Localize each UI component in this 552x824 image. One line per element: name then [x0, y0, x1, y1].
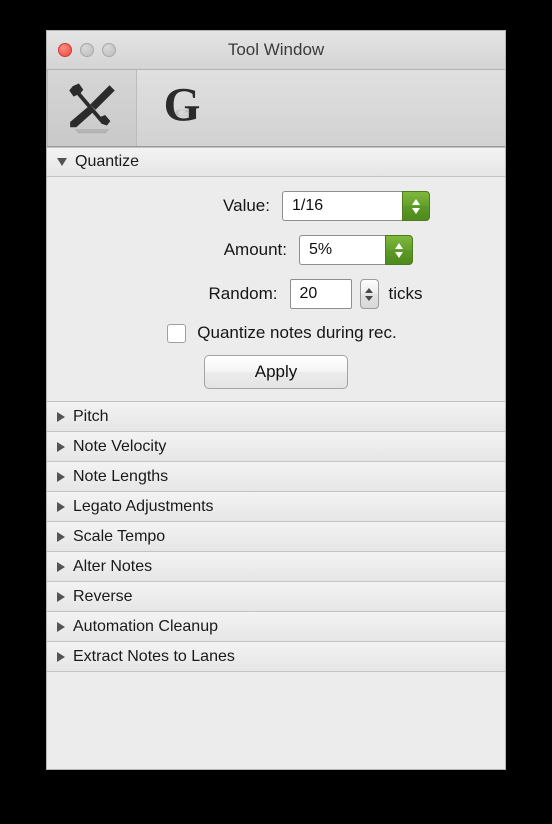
- apply-button[interactable]: Apply: [204, 355, 348, 389]
- chevron-right-icon: [57, 441, 65, 452]
- section-header-extract-notes-to-lanes[interactable]: Extract Notes to Lanes: [47, 642, 505, 672]
- chevron-right-icon: [57, 561, 65, 572]
- tab-tools[interactable]: [47, 70, 137, 146]
- section-header-note-velocity[interactable]: Note Velocity: [47, 432, 505, 462]
- quantize-during-rec-label: Quantize notes during rec.: [197, 323, 397, 342]
- section-title-legato-adjustments: Legato Adjustments: [73, 497, 214, 515]
- section-header-quantize[interactable]: Quantize: [47, 147, 505, 177]
- chevron-right-icon: [57, 531, 65, 542]
- quantize-random-stepper[interactable]: [359, 279, 379, 309]
- section-title-alter-notes: Alter Notes: [73, 557, 153, 575]
- tools-crossed-icon: [69, 83, 115, 134]
- quantize-value-input[interactable]: 1/16: [282, 191, 402, 221]
- quantize-value-stepper[interactable]: [402, 191, 430, 221]
- quantize-random-label: Random:: [208, 284, 278, 303]
- stepper-up-icon[interactable]: [412, 198, 420, 205]
- quantize-apply-row: Apply: [47, 355, 505, 389]
- quantize-during-rec-row[interactable]: Quantize notes during rec.: [47, 323, 505, 343]
- quantize-value-label: Value:: [223, 196, 270, 215]
- section-header-automation-cleanup[interactable]: Automation Cleanup: [47, 612, 505, 642]
- chevron-right-icon: [57, 501, 65, 512]
- section-title-note-lengths: Note Lengths: [73, 467, 169, 485]
- stepper-up-icon[interactable]: [365, 287, 373, 293]
- quantize-random-input[interactable]: 20: [289, 279, 352, 309]
- quantize-random-row: Random: 20 ticks: [47, 279, 505, 309]
- section-header-scale-tempo[interactable]: Scale Tempo: [47, 522, 505, 552]
- svg-text:G: G: [164, 80, 201, 131]
- letter-g-icon: G G: [164, 80, 201, 131]
- section-header-pitch[interactable]: Pitch: [47, 402, 505, 432]
- tab-glue[interactable]: G G: [137, 70, 227, 146]
- section-header-reverse[interactable]: Reverse: [47, 582, 505, 612]
- chevron-right-icon: [57, 471, 65, 482]
- stepper-up-icon[interactable]: [395, 242, 403, 249]
- section-title-note-velocity: Note Velocity: [73, 437, 167, 455]
- section-title-extract-notes-to-lanes: Extract Notes to Lanes: [73, 647, 235, 665]
- empty-area: [47, 672, 505, 769]
- stepper-down-icon[interactable]: [365, 295, 373, 301]
- sections-list: Quantize Value: 1/16 Amount: 5% Random: …: [47, 147, 505, 769]
- quantize-during-rec-checkbox[interactable]: [167, 323, 187, 343]
- section-title-pitch: Pitch: [73, 407, 109, 425]
- section-title-reverse: Reverse: [73, 587, 133, 605]
- section-title-automation-cleanup: Automation Cleanup: [73, 617, 218, 635]
- chevron-down-icon: [57, 158, 67, 166]
- quantize-value-combo[interactable]: 1/16: [282, 191, 430, 221]
- quantize-random-unit: ticks: [388, 284, 423, 303]
- chevron-right-icon: [57, 651, 65, 662]
- tool-window: Tool Window G G Quantize Value: 1/16 Amo…: [46, 30, 506, 770]
- stepper-down-icon[interactable]: [395, 251, 403, 258]
- quantize-amount-label: Amount:: [223, 240, 287, 259]
- section-header-legato-adjustments[interactable]: Legato Adjustments: [47, 492, 505, 522]
- window-title: Tool Window: [227, 40, 325, 59]
- quantize-amount-row: Amount: 5%: [47, 235, 505, 265]
- chevron-right-icon: [57, 411, 65, 422]
- quantize-value-row: Value: 1/16: [47, 191, 505, 221]
- section-title-quantize: Quantize: [75, 153, 140, 170]
- section-header-note-lengths[interactable]: Note Lengths: [47, 462, 505, 492]
- section-title-scale-tempo: Scale Tempo: [73, 527, 166, 545]
- quantize-amount-input[interactable]: 5%: [299, 235, 385, 265]
- chevron-right-icon: [57, 591, 65, 602]
- svg-text:G: G: [174, 107, 191, 118]
- toolbar: G G: [47, 70, 505, 147]
- quantize-amount-stepper[interactable]: [385, 235, 413, 265]
- section-header-alter-notes[interactable]: Alter Notes: [47, 552, 505, 582]
- stepper-down-icon[interactable]: [412, 207, 420, 214]
- title-bar[interactable]: Tool Window: [47, 31, 505, 70]
- chevron-right-icon: [57, 621, 65, 632]
- quantize-panel: Value: 1/16 Amount: 5% Random: 20 ticks …: [47, 177, 505, 402]
- quantize-amount-combo[interactable]: 5%: [299, 235, 413, 265]
